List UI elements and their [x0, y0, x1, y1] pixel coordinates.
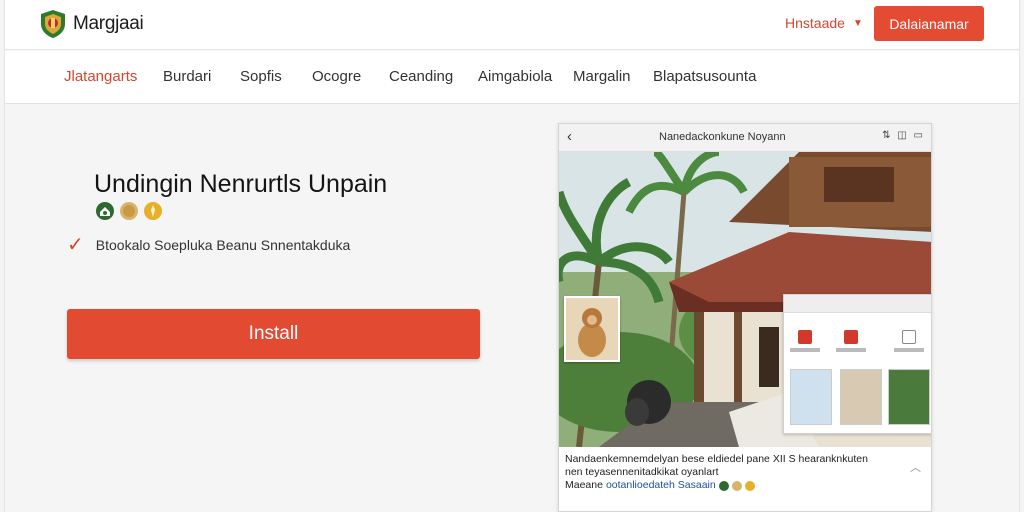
inset-top-bar: [784, 295, 931, 313]
phone-preview: ‹ Nanedackonkune Noyann ⇅ ◫ ▭ Nandaenkem…: [558, 123, 932, 512]
nav-item-5[interactable]: Ceanding: [389, 68, 453, 85]
brand-name: Margjaai: [73, 13, 144, 34]
nav-item-6[interactable]: Aimgabiola: [478, 68, 552, 85]
hero-title: Undingin Nenrurtls Unpain: [94, 170, 388, 198]
nav-item-4[interactable]: Ocogre: [312, 68, 361, 85]
home-badge-icon: [718, 480, 729, 491]
header-cta-button[interactable]: Dalaianamar: [874, 6, 984, 41]
home-badge-icon: [96, 202, 114, 220]
coin-badge-icon: [731, 480, 742, 491]
phone-caption: Nandaenkemnemdelyan bese eldiedel pane X…: [565, 453, 905, 492]
caption-link[interactable]: ootanlioedateh Sasaain: [606, 479, 716, 492]
medal-badge-icon: [744, 480, 755, 491]
chevron-down-icon: ▼: [852, 17, 863, 29]
caption-line-3: Maeane ootanlioedateh Sasaain: [565, 479, 905, 492]
feature-text: Btookalo Soepluka Beanu Snnentakduka: [95, 236, 351, 253]
caption-line-1: Nandaenkemnemdelyan bese eldiedel pane X…: [565, 453, 868, 465]
nav-item-1[interactable]: Jlatangarts: [64, 68, 137, 85]
shield-logo-icon: [41, 10, 65, 38]
monkey-thumbnail[interactable]: [564, 296, 620, 362]
hero-badges: [95, 201, 163, 221]
main-nav: Jlatangarts Burdari Sopfis Ocogre Ceandi…: [5, 51, 1019, 104]
language-label: Hnstaade: [785, 15, 845, 31]
app-icon-chat[interactable]: [844, 330, 858, 344]
nav-item-3[interactable]: Sopfis: [240, 68, 282, 85]
brand-logo[interactable]: Margjaai: [39, 9, 144, 39]
phone-top-bar: ‹ Nanedackonkune Noyann ⇅ ◫ ▭: [559, 124, 931, 152]
phone-title: Nanedackonkune Noyann: [659, 131, 786, 143]
inset-card-3[interactable]: [888, 369, 930, 425]
inset-card-1[interactable]: [790, 369, 832, 425]
nav-item-2[interactable]: Burdari: [163, 68, 211, 85]
monkey-image: [566, 298, 618, 360]
chevron-up-icon[interactable]: ︿: [910, 459, 921, 475]
caption-prefix: Maeane: [565, 479, 603, 491]
status-icons: ⇅ ◫ ▭: [882, 130, 925, 141]
medal-badge-icon: [144, 202, 162, 220]
app-screen-inset: [783, 294, 931, 434]
coin-badge-icon: [120, 202, 138, 220]
inset-label-2: [836, 348, 866, 352]
inset-card-2[interactable]: [840, 369, 882, 425]
inset-label-3: [894, 348, 924, 352]
star-icon[interactable]: [902, 330, 916, 344]
app-frame: Margjaai Hnstaade ▼ Dalaianamar Jlatanga…: [4, 0, 1020, 512]
app-icon-red[interactable]: [798, 330, 812, 344]
nav-item-8[interactable]: Blapatsusounta: [653, 68, 756, 85]
inset-label-1: [790, 348, 820, 352]
top-header: Margjaai Hnstaade ▼ Dalaianamar: [5, 0, 1019, 50]
checkmark-icon: ✓: [67, 234, 84, 256]
nav-item-7[interactable]: Margalin: [573, 68, 631, 85]
caption-line-2: nen teyasennenitadkikat oyanlart: [565, 466, 719, 478]
back-arrow-icon[interactable]: ‹: [567, 128, 572, 145]
feature-row: ✓ Btookalo Soepluka Beanu Snnentakduka: [67, 232, 350, 257]
language-selector[interactable]: Hnstaade ▼: [785, 15, 863, 31]
install-button[interactable]: Install: [67, 309, 480, 359]
